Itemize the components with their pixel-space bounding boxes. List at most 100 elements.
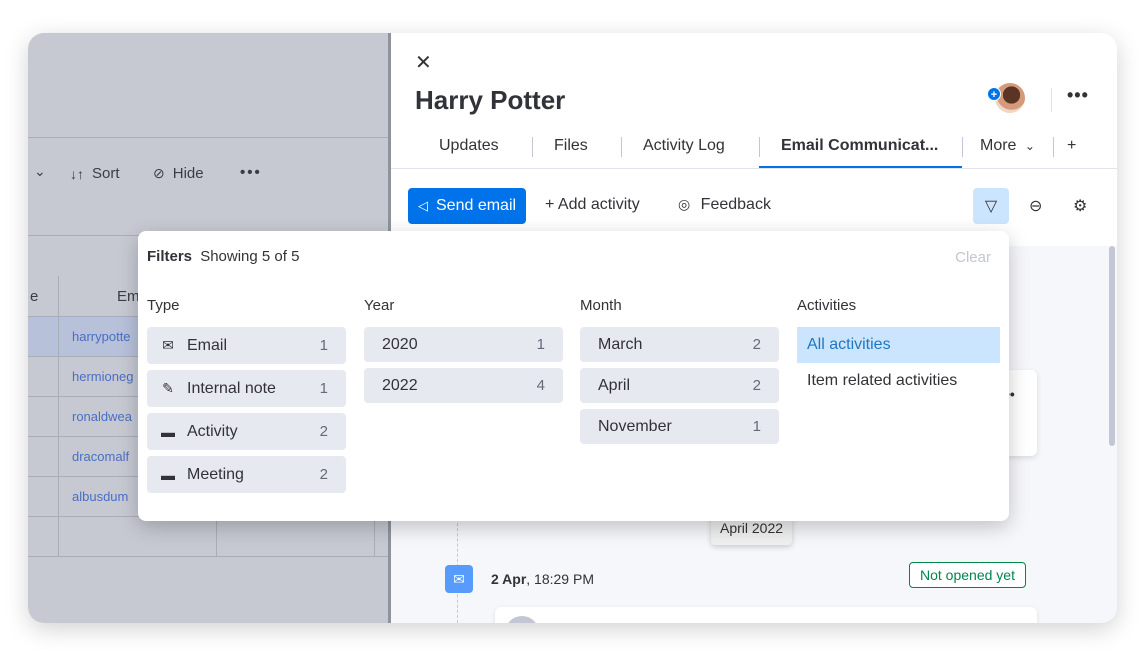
hide-label: Hide — [172, 165, 204, 182]
feedback-label: Feedback — [700, 196, 771, 213]
board-more-button[interactable]: ••• — [240, 164, 262, 181]
row-cell — [28, 477, 59, 516]
item-title[interactable]: Harry Potter — [415, 85, 565, 116]
scrollbar[interactable] — [1109, 246, 1115, 446]
filter-column-type: Type ✉ Email 1 ✎ Internal note 1 ▬ Activ… — [147, 297, 346, 499]
panel-more-button[interactable]: ••• — [1067, 85, 1089, 106]
tab-activity-log[interactable]: Activity Log — [643, 137, 725, 155]
add-activity-button[interactable]: + Add activity — [545, 196, 640, 214]
tab-separator — [532, 137, 533, 157]
filter-column-activities: Activities All activities Item related a… — [797, 297, 1000, 399]
chevron-down-icon[interactable]: ⌄ — [34, 163, 46, 180]
header-separator — [1051, 88, 1052, 112]
column-header[interactable]: e — [28, 276, 59, 316]
filter-option-month[interactable]: November 1 — [580, 409, 779, 444]
filter-column-title: Type — [147, 297, 180, 314]
row-cell — [28, 357, 59, 396]
robot-icon[interactable]: ⊖ — [1029, 196, 1042, 216]
filter-option-year[interactable]: 2022 4 — [364, 368, 563, 403]
row-cell — [28, 437, 59, 476]
filter-option-label: Meeting — [187, 465, 244, 483]
filter-option-meeting[interactable]: ▬ Meeting 2 — [147, 456, 346, 493]
email-card[interactable] — [495, 607, 1037, 623]
filters-header: Filters Showing 5 of 5 — [147, 248, 299, 265]
filter-option-count: 1 — [319, 380, 328, 397]
active-tab-indicator — [759, 166, 962, 168]
filter-column-title: Activities — [797, 297, 857, 314]
filter-option-month[interactable]: April 2 — [580, 368, 779, 403]
filter-column-month: Month March 2 April 2 November 1 — [580, 297, 779, 450]
sort-icon: ↓↑ — [70, 165, 84, 182]
envelope-icon: ✉ — [162, 337, 174, 353]
row-cell — [28, 397, 59, 436]
filter-option-email[interactable]: ✉ Email 1 — [147, 327, 346, 364]
chevron-down-icon: ⌄ — [1024, 139, 1035, 153]
tab-email-communication[interactable]: Email Communicat... — [781, 137, 938, 155]
filter-option-item-related-activities[interactable]: Item related activities — [797, 363, 1000, 399]
tab-separator — [962, 137, 963, 157]
send-icon: ◁ — [418, 198, 428, 213]
row-cell — [217, 517, 375, 556]
sort-label: Sort — [92, 165, 120, 182]
filters-popover: Filters Showing 5 of 5 Clear Type ✉ Emai… — [138, 231, 1009, 521]
filter-column-title: Month — [580, 297, 622, 314]
filters-title: Filters — [147, 248, 193, 265]
filter-option-count: 2 — [319, 423, 328, 440]
filter-option-count: 4 — [536, 377, 545, 394]
avatar — [505, 616, 539, 623]
filter-option-year[interactable]: 2020 1 — [364, 327, 563, 362]
calendar-icon: ▬ — [161, 423, 175, 440]
eye-off-icon: ⊘ — [153, 165, 165, 181]
filter-option-label: Email — [187, 336, 228, 354]
filter-option-count: 1 — [319, 337, 328, 354]
filter-option-activity[interactable]: ▬ Activity 2 — [147, 413, 346, 450]
filter-option-internal-note[interactable]: ✎ Internal note 1 — [147, 370, 346, 407]
add-subscriber-icon[interactable]: + — [987, 87, 1001, 101]
tab-separator — [621, 137, 622, 157]
app-window: ⌄ ↓↑ Sort ⊘ Hide ••• e Em harrypotte her… — [28, 33, 1117, 623]
send-email-button[interactable]: ◁ Send email — [408, 188, 526, 224]
filter-option-label: 2022 — [382, 376, 418, 394]
tab-separator — [1053, 137, 1054, 157]
gear-icon[interactable]: ⚙ — [1073, 196, 1087, 216]
filter-column-year: Year 2020 1 2022 4 — [364, 297, 563, 409]
filter-option-count: 1 — [536, 336, 545, 353]
filter-option-label: April — [598, 376, 631, 394]
filter-option-label: 2020 — [382, 335, 418, 353]
row-cell — [28, 317, 59, 356]
panel-tabs: Updates Files Activity Log Email Communi… — [391, 133, 1117, 169]
hide-button[interactable]: ⊘ Hide — [153, 165, 204, 182]
tab-updates[interactable]: Updates — [439, 137, 499, 155]
filter-option-count: 2 — [752, 336, 761, 353]
filter-icon: ▽ — [984, 198, 998, 215]
feedback-button[interactable]: ◎ Feedback — [678, 196, 771, 214]
email-timestamp: 2 Apr, 18:29 PM — [491, 571, 594, 587]
filter-button[interactable]: ▽ — [973, 188, 1009, 224]
email-cell[interactable] — [59, 517, 217, 556]
tab-more-label: More — [980, 137, 1017, 154]
filter-option-all-activities[interactable]: All activities — [797, 327, 1000, 363]
filter-option-label: Internal note — [187, 379, 276, 397]
clear-filters-button[interactable]: Clear — [955, 249, 991, 266]
filter-option-count: 2 — [319, 466, 328, 483]
filter-option-count: 1 — [752, 418, 761, 435]
board-divider — [28, 137, 390, 138]
filter-option-month[interactable]: March 2 — [580, 327, 779, 362]
status-badge: Not opened yet — [909, 562, 1026, 588]
row-cell — [28, 517, 59, 556]
email-time: , 18:29 PM — [526, 571, 594, 587]
filter-column-title: Year — [364, 297, 395, 314]
table-row[interactable] — [28, 517, 390, 557]
filter-option-count: 2 — [752, 377, 761, 394]
sort-button[interactable]: ↓↑ Sort — [70, 165, 120, 182]
send-email-label: Send email — [436, 197, 517, 214]
feedback-icon: ◎ — [678, 196, 691, 212]
filters-count: Showing 5 of 5 — [200, 248, 300, 265]
tab-files[interactable]: Files — [554, 137, 588, 155]
close-icon[interactable]: ✕ — [415, 53, 432, 73]
filter-option-label: March — [598, 335, 643, 353]
envelope-icon: ✉ — [445, 565, 473, 593]
calendar-icon: ▬ — [161, 466, 175, 483]
tab-more[interactable]: More ⌄ — [980, 137, 1035, 155]
add-tab-button[interactable]: + — [1067, 137, 1076, 155]
